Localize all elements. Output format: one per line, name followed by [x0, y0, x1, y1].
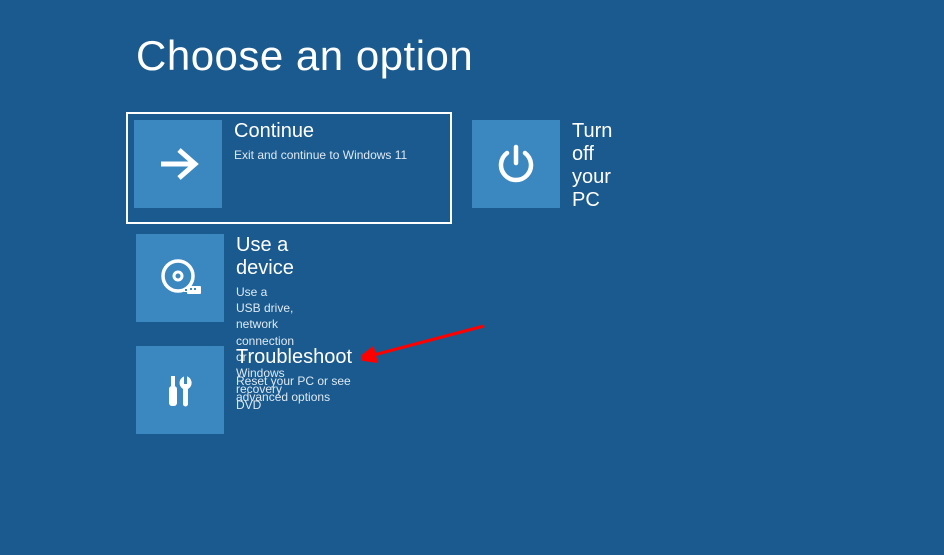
disc-usb-icon — [136, 234, 224, 322]
troubleshoot-desc: Reset your PC or see advanced options — [236, 373, 352, 405]
use-a-device-title: Use a device — [236, 234, 294, 280]
turn-off-pc-option[interactable]: Turn off your PC — [472, 120, 612, 216]
continue-option[interactable]: Continue Exit and continue to Windows 11 — [128, 114, 450, 222]
arrow-right-icon — [134, 120, 222, 208]
troubleshoot-title: Troubleshoot — [236, 346, 352, 369]
turn-off-pc-title: Turn off your PC — [572, 120, 612, 212]
continue-desc: Exit and continue to Windows 11 — [234, 147, 407, 163]
power-icon — [472, 120, 560, 208]
annotation-arrow-icon — [362, 318, 492, 368]
page-title: Choose an option — [136, 32, 473, 80]
continue-title: Continue — [234, 120, 407, 143]
troubleshoot-option[interactable]: Troubleshoot Reset your PC or see advanc… — [136, 346, 352, 434]
tools-icon — [136, 346, 224, 434]
